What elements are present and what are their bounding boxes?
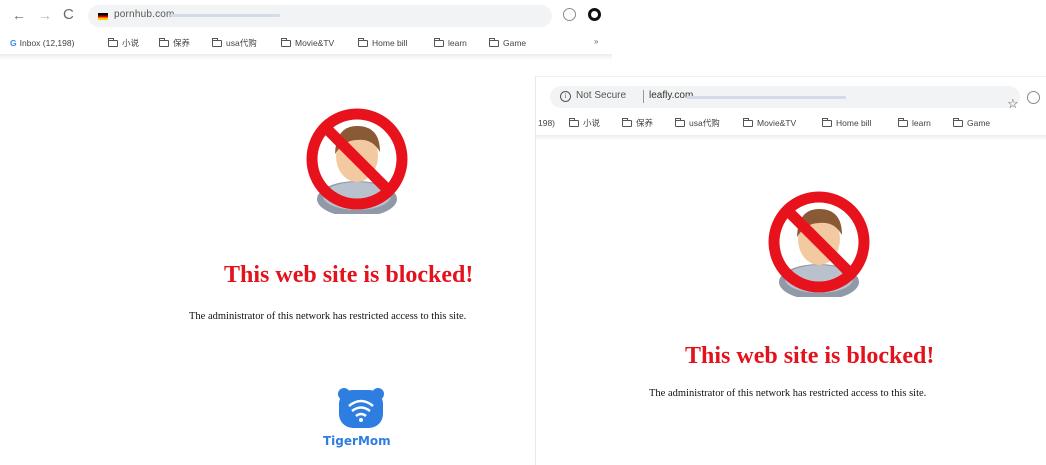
folder-icon [108, 38, 118, 47]
folder-icon [212, 38, 222, 47]
bookmark-folder[interactable]: Game [953, 117, 990, 129]
extension-icon[interactable] [1027, 91, 1040, 104]
divider [643, 90, 644, 103]
folder-icon [898, 118, 908, 127]
folder-icon [953, 118, 963, 127]
bookmark-folder[interactable]: learn [434, 37, 467, 49]
bookmark-folder[interactable]: 保养 [159, 37, 190, 49]
left-browser-window: ← → C pornhub.com G Inbox (12,198) 小说 保养 … [0, 0, 612, 465]
bookmarks-bar: G Inbox (12,198) 小说 保养 usa代购 Movie&TV Hom… [0, 32, 612, 54]
folder-icon [622, 118, 632, 127]
bookmarks-bar: 198) 小说 保养 usa代购 Movie&TV Home bill lear… [536, 113, 1046, 133]
gmail-icon: G [10, 38, 17, 48]
url-text: pornhub.com [114, 9, 175, 20]
toolbar-shadow [0, 54, 612, 60]
back-button[interactable]: ← [12, 6, 26, 24]
bookmark-folder[interactable]: Home bill [358, 37, 407, 49]
folder-icon [743, 118, 753, 127]
tiger-head-icon [338, 388, 384, 428]
tigermom-wordmark: TigerMom [323, 434, 391, 448]
address-bar[interactable]: i Not Secure leafly.com ☆ [550, 86, 1020, 111]
folder-icon [358, 38, 368, 47]
blocked-title: This web site is blocked! [685, 343, 935, 369]
folder-icon [489, 38, 499, 47]
info-icon[interactable]: i [560, 91, 571, 102]
folder-icon [434, 38, 444, 47]
bookmark-folder[interactable]: 小说 [108, 37, 139, 49]
bookmark-folder[interactable]: 保养 [622, 117, 653, 129]
folder-icon [569, 118, 579, 127]
flag-favicon-icon [98, 13, 108, 20]
bookmark-star-icon[interactable]: ☆ [1007, 96, 1019, 112]
profile-icon[interactable] [588, 8, 601, 21]
security-status[interactable]: Not Secure [576, 90, 626, 101]
toolbar-shadow [536, 135, 1046, 140]
bookmark-folder[interactable]: learn [898, 117, 931, 129]
reload-button[interactable]: C [63, 6, 74, 24]
url-highlight [686, 96, 846, 99]
bookmark-folder[interactable]: usa代购 [675, 117, 720, 129]
extension-icon[interactable] [563, 8, 576, 21]
url-highlight [170, 14, 280, 17]
address-bar[interactable]: pornhub.com [88, 5, 552, 27]
bookmark-folder[interactable]: 小说 [569, 117, 600, 129]
tigermom-logo: TigerMom [315, 384, 410, 454]
bookmarks-overflow-button[interactable]: » [594, 37, 598, 46]
left-toolbar: ← → C pornhub.com [0, 0, 612, 32]
folder-icon [281, 38, 291, 47]
blocked-title: This web site is blocked! [224, 262, 474, 288]
bookmark-folder[interactable]: Movie&TV [743, 117, 796, 129]
folder-icon [822, 118, 832, 127]
blocked-user-icon [306, 108, 408, 214]
forward-button[interactable]: → [38, 6, 52, 24]
bookmark-inbox[interactable]: G Inbox (12,198) [10, 37, 74, 49]
bookmark-inbox-partial[interactable]: 198) [538, 117, 555, 129]
right-browser-window: i Not Secure leafly.com ☆ 198) 小说 保养 usa… [535, 76, 1046, 465]
blocked-user-icon [768, 191, 870, 297]
blocked-message: The administrator of this network has re… [649, 388, 927, 399]
bookmark-folder[interactable]: Game [489, 37, 526, 49]
blocked-message: The administrator of this network has re… [189, 311, 467, 322]
folder-icon [675, 118, 685, 127]
folder-icon [159, 38, 169, 47]
bookmark-folder[interactable]: Home bill [822, 117, 871, 129]
bookmark-folder[interactable]: usa代购 [212, 37, 257, 49]
bookmark-folder[interactable]: Movie&TV [281, 37, 334, 49]
